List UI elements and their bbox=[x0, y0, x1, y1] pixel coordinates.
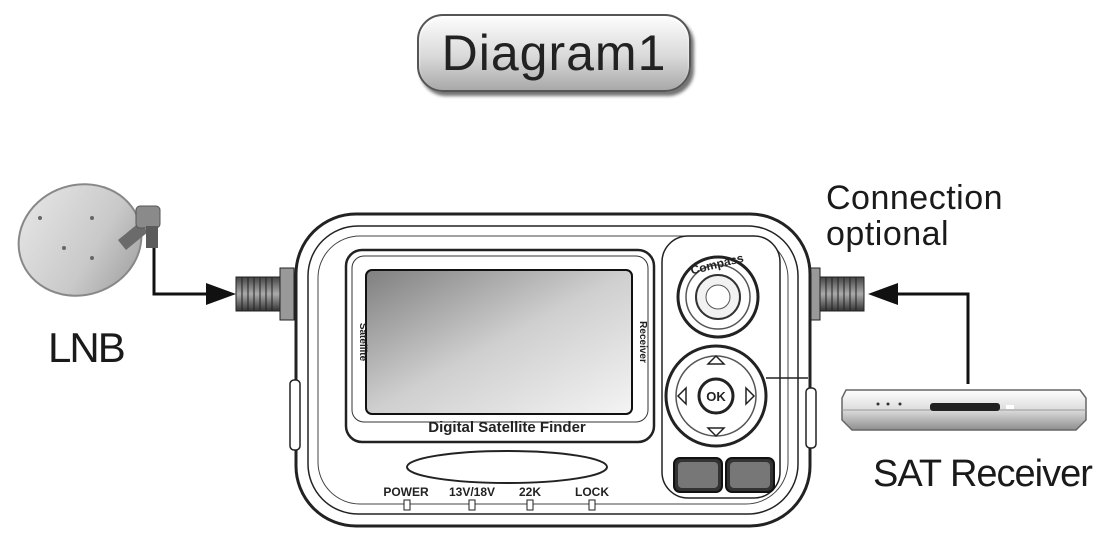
side-right-text: Receiver bbox=[637, 321, 648, 363]
receiver-arrow-icon bbox=[868, 283, 898, 305]
right-f-connector bbox=[805, 267, 865, 321]
indicator-label: 13V/18V bbox=[449, 485, 495, 499]
satellite-dish-icon bbox=[17, 183, 161, 297]
indicator-label: POWER bbox=[383, 485, 429, 499]
connection-label-line1: Connection bbox=[826, 179, 1004, 217]
receiver-cable bbox=[884, 292, 970, 384]
device-screen bbox=[365, 269, 633, 415]
connection-label-line2: optional bbox=[826, 215, 950, 253]
lnb-label: LNB bbox=[48, 324, 126, 371]
indicator-label: 22K bbox=[519, 485, 541, 499]
side-left-text: Satellite bbox=[357, 323, 368, 362]
lnb-cable bbox=[152, 248, 232, 296]
left-f-connector bbox=[235, 267, 295, 321]
ok-label: OK bbox=[706, 389, 726, 404]
brand-ellipse bbox=[406, 450, 608, 484]
sat-receiver-label: SAT Receiver bbox=[873, 453, 1093, 495]
connection-label: Connection optional bbox=[826, 180, 1003, 252]
diagram-canvas: Diagram1 Digital Satellite Finder Satell… bbox=[0, 0, 1093, 542]
indicator-label: LOCK bbox=[575, 485, 609, 499]
sat-receiver-icon bbox=[841, 389, 1087, 431]
brand-strip-text: Digital Satellite Finder bbox=[428, 419, 586, 436]
lnb-arrow-icon bbox=[206, 283, 236, 305]
